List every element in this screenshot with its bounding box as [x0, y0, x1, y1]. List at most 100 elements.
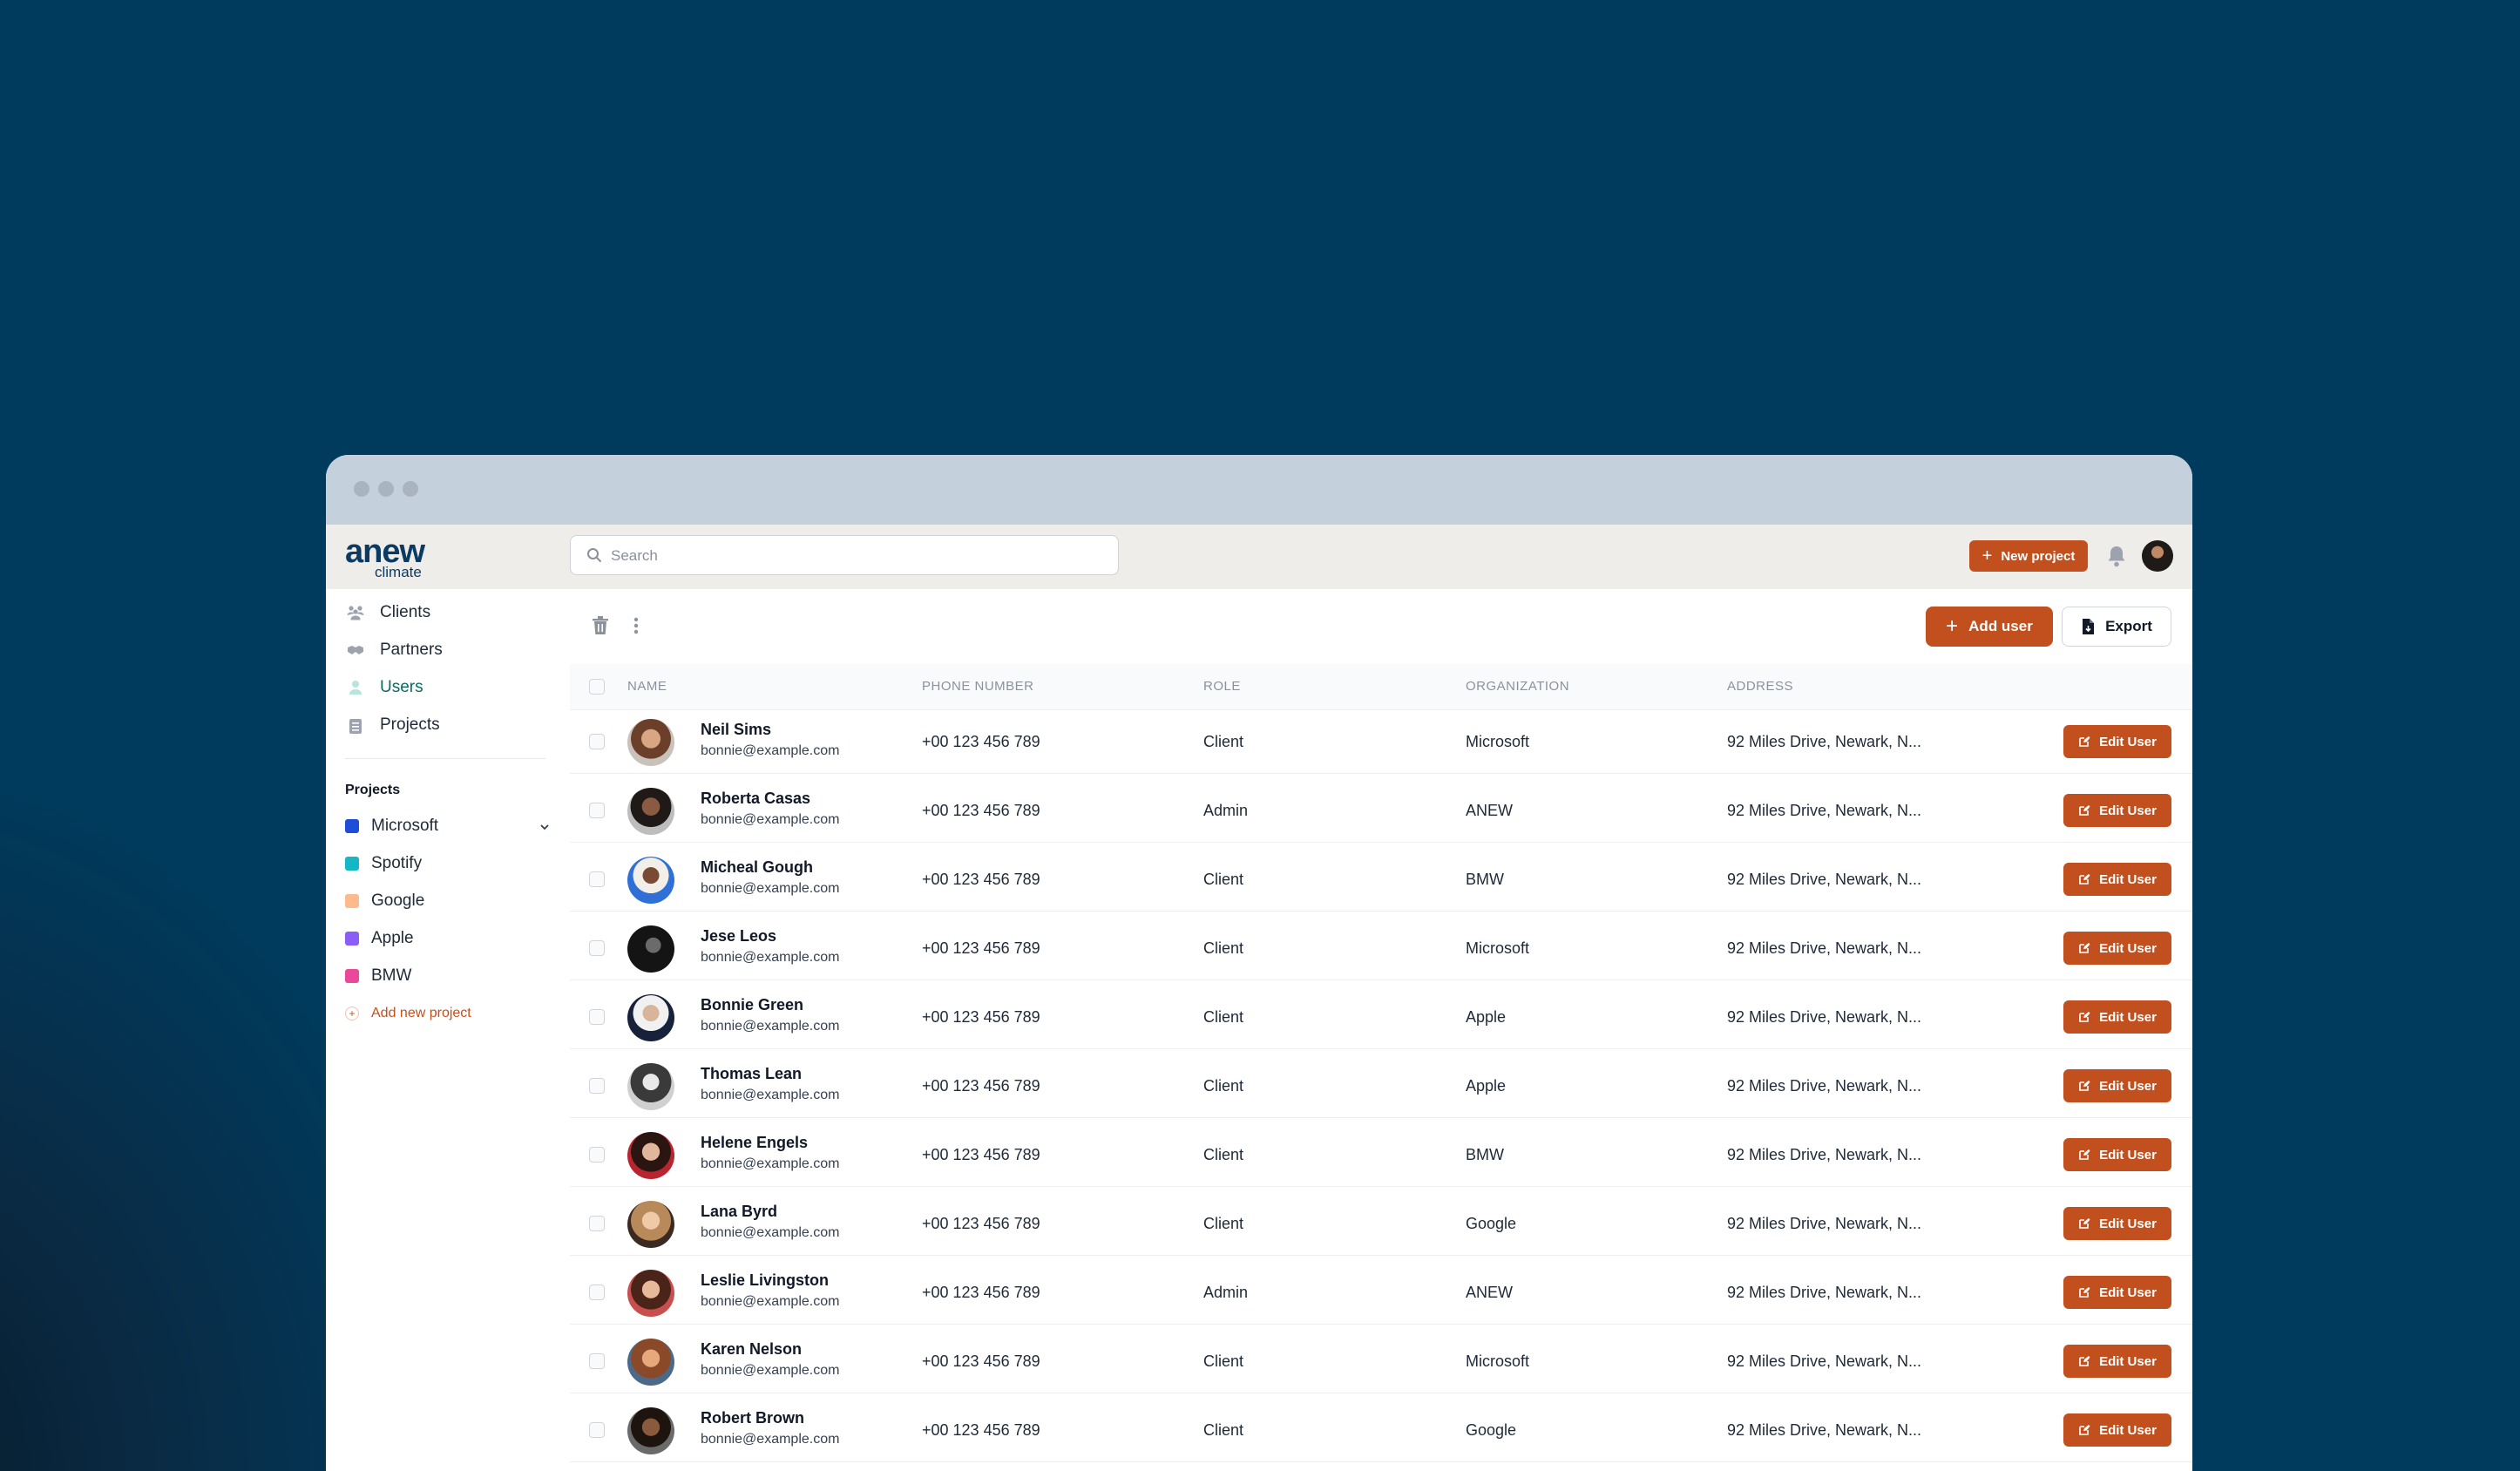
bell-icon[interactable] — [2105, 544, 2128, 568]
table-header: NAME PHONE NUMBER ROLE ORGANIZATION ADDR… — [570, 664, 2192, 710]
user-address: 92 Miles Drive, Newark, N... — [1727, 939, 1922, 957]
search-input[interactable] — [609, 543, 1101, 569]
avatar — [627, 925, 674, 973]
column-header-phone[interactable]: PHONE NUMBER — [922, 679, 1034, 694]
edit-icon — [2079, 874, 2090, 885]
project-item-google[interactable]: Google — [345, 888, 551, 914]
user-role: Client — [1203, 1077, 1244, 1095]
column-header-address[interactable]: ADDRESS — [1727, 679, 1793, 694]
user-email: bonnie@example.com — [701, 950, 840, 965]
project-color-swatch — [345, 894, 359, 908]
edit-user-button[interactable]: Edit User — [2063, 1413, 2171, 1447]
edit-user-label: Edit User — [2099, 871, 2157, 887]
user-name: Neil Sims — [701, 721, 772, 738]
user-avatar[interactable] — [2142, 540, 2173, 572]
chevron-down-icon[interactable] — [539, 819, 551, 838]
project-item-microsoft[interactable]: Microsoft — [345, 813, 551, 839]
more-vertical-icon[interactable] — [631, 615, 641, 636]
user-email: bonnie@example.com — [701, 812, 840, 827]
project-color-swatch — [345, 819, 359, 833]
sidebar-item-clients[interactable]: Clients — [347, 600, 430, 626]
user-name: Micheal Gough — [701, 858, 814, 876]
user-phone: +00 123 456 789 — [922, 1284, 1040, 1301]
add-new-project-link[interactable]: + Add new project — [345, 1006, 471, 1021]
row-checkbox[interactable] — [589, 871, 605, 887]
column-header-name[interactable]: NAME — [627, 679, 667, 694]
user-organization: Google — [1466, 1421, 1517, 1439]
row-checkbox[interactable] — [589, 1078, 605, 1094]
user-organization: Microsoft — [1466, 939, 1530, 957]
window-maximize-dot[interactable] — [403, 481, 418, 497]
window-minimize-dot[interactable] — [378, 481, 394, 497]
edit-user-button[interactable]: Edit User — [2063, 1276, 2171, 1309]
project-label: Spotify — [371, 854, 423, 872]
browser-window: anew climate + New project Clients — [326, 455, 2192, 1471]
edit-user-label: Edit User — [2099, 803, 2157, 818]
edit-user-button[interactable]: Edit User — [2063, 932, 2171, 965]
project-label: Apple — [371, 929, 414, 947]
users-icon — [347, 680, 364, 695]
user-organization: Microsoft — [1466, 733, 1530, 750]
edit-user-button[interactable]: Edit User — [2063, 794, 2171, 827]
table-row: Roberta Casas bonnie@example.com +00 123 4… — [570, 779, 2192, 843]
column-header-role[interactable]: ROLE — [1203, 679, 1241, 694]
user-role: Client — [1203, 1008, 1244, 1026]
row-checkbox[interactable] — [589, 734, 605, 749]
edit-user-button[interactable]: Edit User — [2063, 1207, 2171, 1240]
sidebar-item-partners[interactable]: Partners — [347, 637, 443, 663]
edit-user-button[interactable]: Edit User — [2063, 725, 2171, 758]
sidebar: Clients Partners Users Projects Projects… — [326, 589, 563, 1471]
window-titlebar — [326, 455, 2192, 525]
row-checkbox[interactable] — [589, 1216, 605, 1231]
user-role: Client — [1203, 1352, 1244, 1370]
avatar — [627, 1201, 674, 1248]
sidebar-item-users[interactable]: Users — [347, 674, 423, 701]
trash-icon[interactable] — [591, 615, 610, 636]
project-color-swatch — [345, 857, 359, 871]
user-organization: ANEW — [1466, 802, 1513, 819]
plus-icon: + — [1946, 614, 1959, 638]
edit-user-button[interactable]: Edit User — [2063, 1069, 2171, 1102]
new-project-button[interactable]: + New project — [1969, 540, 2088, 572]
edit-user-label: Edit User — [2099, 1285, 2157, 1300]
user-name: Helene Engels — [701, 1134, 809, 1151]
user-name: Leslie Livingston — [701, 1271, 830, 1289]
user-email: bonnie@example.com — [701, 881, 840, 896]
row-checkbox[interactable] — [589, 1285, 605, 1300]
row-checkbox[interactable] — [589, 1353, 605, 1369]
row-checkbox[interactable] — [589, 1422, 605, 1438]
project-item-bmw[interactable]: BMW — [345, 963, 551, 989]
select-all-checkbox[interactable] — [589, 679, 605, 695]
avatar — [627, 719, 674, 766]
projects-heading: Projects — [345, 783, 401, 797]
user-role: Admin — [1203, 802, 1249, 819]
row-checkbox[interactable] — [589, 803, 605, 818]
user-email: bonnie@example.com — [701, 1088, 840, 1102]
edit-user-button[interactable]: Edit User — [2063, 863, 2171, 896]
edit-icon — [2079, 1356, 2090, 1366]
edit-user-button[interactable]: Edit User — [2063, 1345, 2171, 1378]
table-row: Neil Simsbonnie@example.com+00 123 456 7… — [570, 1468, 2192, 1471]
window-close-dot[interactable] — [354, 481, 369, 497]
file-export-icon — [2083, 619, 2095, 634]
avatar — [627, 788, 674, 835]
project-item-apple[interactable]: Apple — [345, 925, 551, 952]
clients-icon — [347, 605, 364, 620]
column-header-organization[interactable]: ORGANIZATION — [1466, 679, 1569, 694]
user-phone: +00 123 456 789 — [922, 871, 1040, 888]
export-button[interactable]: Export — [2062, 607, 2171, 647]
edit-user-button[interactable]: Edit User — [2063, 1000, 2171, 1034]
user-name: Lana Byrd — [701, 1203, 778, 1220]
add-user-button[interactable]: + Add user — [1926, 607, 2053, 647]
edit-user-button[interactable]: Edit User — [2063, 1138, 2171, 1171]
user-address: 92 Miles Drive, Newark, N... — [1727, 871, 1922, 888]
row-checkbox[interactable] — [589, 1009, 605, 1025]
table-row: Leslie Livingston bonnie@example.com +00 1… — [570, 1261, 2192, 1325]
logo[interactable]: anew climate — [345, 535, 441, 580]
row-checkbox[interactable] — [589, 1147, 605, 1163]
edit-icon — [2079, 1218, 2090, 1229]
row-checkbox[interactable] — [589, 940, 605, 956]
project-item-spotify[interactable]: Spotify — [345, 851, 551, 877]
edit-icon — [2079, 736, 2090, 747]
sidebar-item-projects[interactable]: Projects — [347, 712, 440, 738]
